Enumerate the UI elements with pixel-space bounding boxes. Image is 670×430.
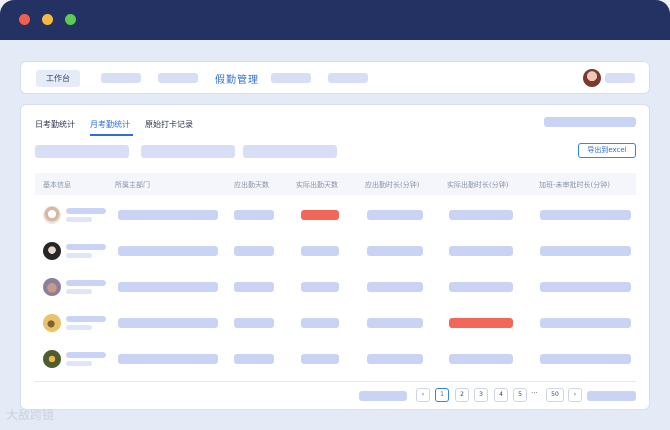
user-avatar[interactable]	[583, 69, 601, 87]
column-header[interactable]: 所属主部门	[115, 180, 150, 190]
page-button-2[interactable]: 2	[455, 388, 469, 402]
page-button-3[interactable]: 3	[474, 388, 488, 402]
filter-placeholder[interactable]	[35, 145, 129, 158]
avatar-1	[43, 206, 61, 224]
total-count-placeholder	[359, 391, 407, 401]
table-row[interactable]	[35, 341, 636, 377]
nav-item-attendance[interactable]: 假勤管理	[215, 71, 259, 86]
employee-id-placeholder	[66, 253, 92, 258]
cell-placeholder	[301, 246, 339, 256]
employee-name-placeholder	[66, 280, 106, 286]
column-header[interactable]: 应出勤时长(分钟)	[365, 180, 419, 190]
employee-name-placeholder	[66, 352, 106, 358]
close-dot[interactable]	[19, 14, 30, 25]
cell-placeholder	[234, 282, 274, 292]
employee-id-placeholder	[66, 325, 92, 330]
cell-placeholder	[234, 354, 274, 364]
page-button-4[interactable]: 4	[494, 388, 508, 402]
page-button-last[interactable]: 50	[546, 388, 564, 402]
column-header[interactable]: 实际出勤天数	[296, 180, 338, 190]
cell-placeholder	[540, 318, 631, 328]
employee-name-placeholder	[66, 244, 106, 250]
cell-placeholder	[234, 246, 274, 256]
employee-name-placeholder	[66, 316, 106, 322]
department-placeholder	[118, 318, 218, 328]
cell-placeholder	[540, 246, 631, 256]
pagination-ellipsis: ···	[531, 389, 538, 397]
page-size-placeholder[interactable]	[587, 391, 636, 401]
avatar-4	[43, 314, 61, 332]
prev-page-button[interactable]: ‹	[416, 388, 430, 402]
export-excel-button[interactable]: 导出到excel	[578, 143, 636, 158]
cell-placeholder	[540, 282, 631, 292]
avatar-3	[43, 278, 61, 296]
employee-name-placeholder	[66, 208, 106, 214]
cell-placeholder	[234, 318, 274, 328]
cell-placeholder	[301, 282, 339, 292]
cell-placeholder	[540, 210, 631, 220]
date-range-placeholder[interactable]	[544, 117, 636, 127]
filter-placeholder[interactable]	[141, 145, 235, 158]
cell-highlight	[301, 210, 339, 220]
employee-id-placeholder	[66, 217, 92, 222]
table-header: 基本信息 所属主部门 应出勤天数 实际出勤天数 应出勤时长(分钟) 实际出勤时长…	[35, 173, 636, 195]
top-navigation: 工作台 假勤管理	[20, 61, 650, 94]
workspace-tag[interactable]: 工作台	[36, 70, 80, 87]
cell-placeholder	[449, 210, 513, 220]
column-header[interactable]: 实际出勤时长(分钟)	[447, 180, 508, 190]
cell-placeholder	[449, 354, 513, 364]
employee-id-placeholder	[66, 289, 92, 294]
avatar-2	[43, 242, 61, 260]
cell-placeholder	[367, 246, 423, 256]
maximize-dot[interactable]	[65, 14, 76, 25]
cell-placeholder	[540, 354, 631, 364]
tab-daily-stats[interactable]: 日考勤统计	[35, 119, 75, 130]
nav-item-placeholder[interactable]	[271, 73, 311, 83]
next-page-button[interactable]: ›	[568, 388, 582, 402]
column-header[interactable]: 加班-未审批时长(分钟)	[539, 180, 610, 190]
nav-item-placeholder[interactable]	[158, 73, 198, 83]
nav-item-placeholder[interactable]	[328, 73, 368, 83]
window-titlebar	[0, 0, 670, 40]
cell-placeholder	[367, 354, 423, 364]
table-row[interactable]	[35, 197, 636, 233]
cell-placeholder	[301, 318, 339, 328]
cell-placeholder	[449, 246, 513, 256]
filter-placeholder[interactable]	[243, 145, 337, 158]
department-placeholder	[118, 210, 218, 220]
table-row[interactable]	[35, 269, 636, 305]
cell-placeholder	[449, 282, 513, 292]
cell-placeholder	[301, 354, 339, 364]
department-placeholder	[118, 282, 218, 292]
page-button-5[interactable]: 5	[513, 388, 527, 402]
tab-monthly-stats[interactable]: 月考勤统计	[90, 119, 130, 130]
main-panel: 日考勤统计 月考勤统计 原始打卡记录 导出到excel 基本信息 所属主部门 应…	[20, 104, 650, 410]
column-header[interactable]: 应出勤天数	[234, 180, 269, 190]
watermark-text: 大敌跨镜	[6, 408, 55, 422]
table-footer-divider	[35, 381, 636, 382]
employee-id-placeholder	[66, 361, 92, 366]
department-placeholder	[118, 354, 218, 364]
minimize-dot[interactable]	[42, 14, 53, 25]
column-header[interactable]: 基本信息	[43, 180, 71, 190]
user-name-placeholder[interactable]	[605, 73, 635, 83]
page-button-1[interactable]: 1	[435, 388, 449, 402]
nav-item-placeholder[interactable]	[101, 73, 141, 83]
cell-highlight	[449, 318, 513, 328]
department-placeholder	[118, 246, 218, 256]
cell-placeholder	[234, 210, 274, 220]
table-row[interactable]	[35, 305, 636, 341]
active-tab-indicator	[90, 134, 133, 136]
tab-raw-records[interactable]: 原始打卡记录	[145, 119, 193, 130]
table-row[interactable]	[35, 233, 636, 269]
cell-placeholder	[367, 210, 423, 220]
cell-placeholder	[367, 318, 423, 328]
cell-placeholder	[367, 282, 423, 292]
avatar-5	[43, 350, 61, 368]
